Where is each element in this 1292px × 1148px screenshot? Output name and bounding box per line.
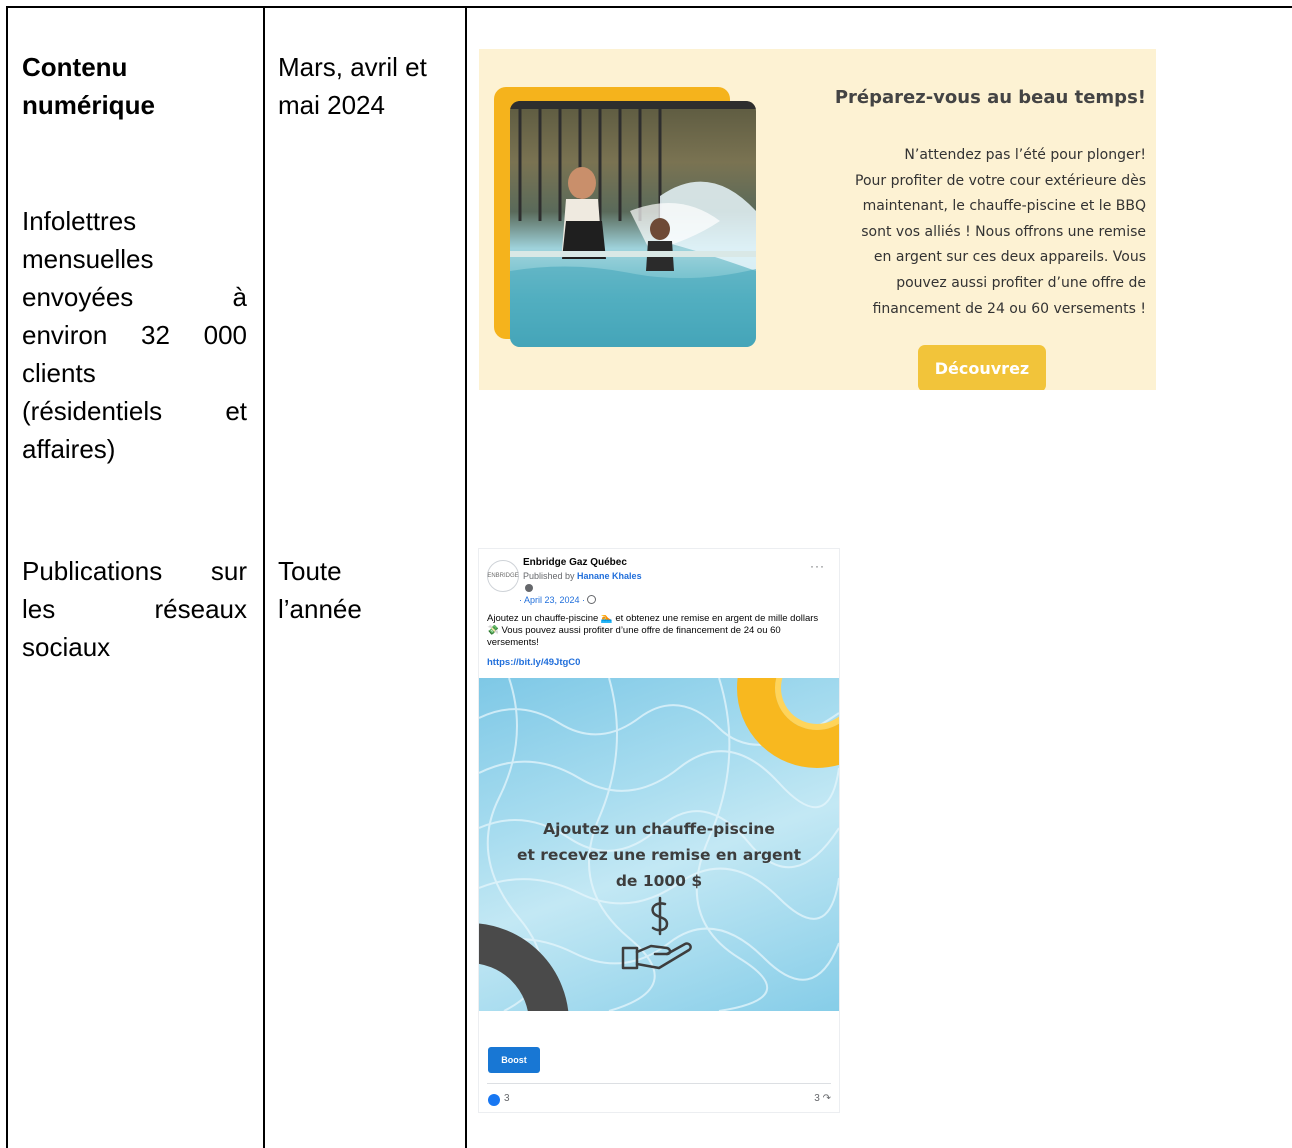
period-line: l’année (278, 594, 362, 624)
image-headline: Ajoutez un chauffe-piscine et recevez un… (479, 816, 839, 894)
newsletter-period: Mars, avril et mai 2024 (278, 48, 427, 124)
banner-body-line: Pour profiter de votre cour extérieure d… (855, 172, 1146, 189)
social-category-line: sociaux (22, 632, 111, 662)
social-post: ENBRIDGE Enbridge Gaz Québec Published b… (479, 549, 839, 1112)
period-line: mai 2024 (278, 90, 385, 120)
info-icon[interactable] (525, 584, 533, 592)
period-line: Mars, avril et (278, 52, 427, 82)
banner-body-line: pouvez aussi profiter d’une offre de (896, 274, 1146, 291)
post-link[interactable]: https://bit.ly/49JtgC0 (487, 657, 580, 668)
banner-body-line: N’attendez pas l’été pour plonger! (904, 147, 1146, 163)
description-line: affaires) (22, 434, 116, 464)
table-left-border (6, 6, 8, 1148)
description-line: clients (22, 358, 96, 388)
image-headline-line: et recevez une remise en argent (516, 846, 802, 864)
category-title-line: numérique (22, 90, 155, 120)
post-divider (487, 1083, 831, 1084)
post-text: Ajoutez un chauffe-piscine 🏊 et obtenez … (487, 613, 819, 648)
description-line: (résidentiels et (22, 396, 247, 426)
published-by: Published by Hanane Khales (523, 571, 642, 581)
published-by-prefix: Published by (523, 571, 578, 581)
page-avatar[interactable]: ENBRIDGE (487, 560, 519, 592)
author-link[interactable]: Hanane Khales (577, 571, 642, 581)
social-category: Publications sur les réseaux sociaux (22, 552, 247, 666)
banner-body-line: sont vos alliés ! Nous offrons une remis… (861, 223, 1146, 240)
globe-icon (587, 595, 597, 604)
discover-button[interactable]: Découvrez (918, 345, 1046, 390)
social-category-line: les réseaux (22, 594, 247, 624)
banner-title: Préparez-vous au beau temps! (834, 87, 1146, 108)
description-line: envoyées à (22, 282, 247, 312)
image-headline-line: de 1000 $ (615, 872, 703, 890)
newsletter-description: Infolettres mensuelles envoyées à enviro… (22, 202, 247, 468)
share-count[interactable]: 3 ↷ (814, 1093, 831, 1104)
social-period: Toute l’année (278, 552, 362, 628)
social-category-line: Publications sur (22, 556, 247, 586)
banner-body-line: en argent sur ces deux appareils. Vous (873, 249, 1146, 266)
post-date[interactable]: · April 23, 2024 · (519, 595, 597, 605)
newsletter-banner: Préparez-vous au beau temps! N’attendez … (479, 49, 1156, 390)
like-icon[interactable] (488, 1094, 500, 1106)
category-title-line: Contenu (22, 52, 128, 82)
period-line: Toute (278, 556, 342, 586)
more-options-icon[interactable]: ··· (810, 559, 825, 573)
like-count[interactable]: 3 (504, 1093, 510, 1104)
description-line: Infolettres (22, 206, 137, 236)
avatar-logo-text: ENBRIDGE (487, 573, 519, 579)
description-line: environ 32 000 (22, 320, 247, 350)
table-column-divider-2 (465, 6, 467, 1148)
banner-body-line: financement de 24 ou 60 versements ! (872, 300, 1146, 317)
table-column-divider-1 (263, 6, 265, 1148)
image-headline-line: Ajoutez un chauffe-piscine (543, 820, 775, 838)
money-hand-icon (621, 896, 692, 970)
share-icon: ↷ (822, 1093, 831, 1104)
boost-button[interactable]: Boost (488, 1047, 540, 1073)
post-image[interactable]: Ajoutez un chauffe-piscine et recevez un… (479, 678, 839, 1011)
banner-body: N’attendez pas l’été pour plonger! Pour … (806, 143, 1146, 322)
post-date-text: · April 23, 2024 · (519, 595, 586, 605)
description-line: mensuelles (22, 244, 154, 274)
share-count-number: 3 (814, 1093, 820, 1104)
table-top-border (6, 6, 1292, 8)
pool-photo (510, 101, 756, 347)
category-title: Contenu numérique (22, 48, 155, 124)
banner-body-line: maintenant, le chauffe-piscine et le BBQ (862, 198, 1146, 215)
pool-photo-illustration (510, 101, 756, 347)
page-name[interactable]: Enbridge Gaz Québec (523, 557, 627, 568)
